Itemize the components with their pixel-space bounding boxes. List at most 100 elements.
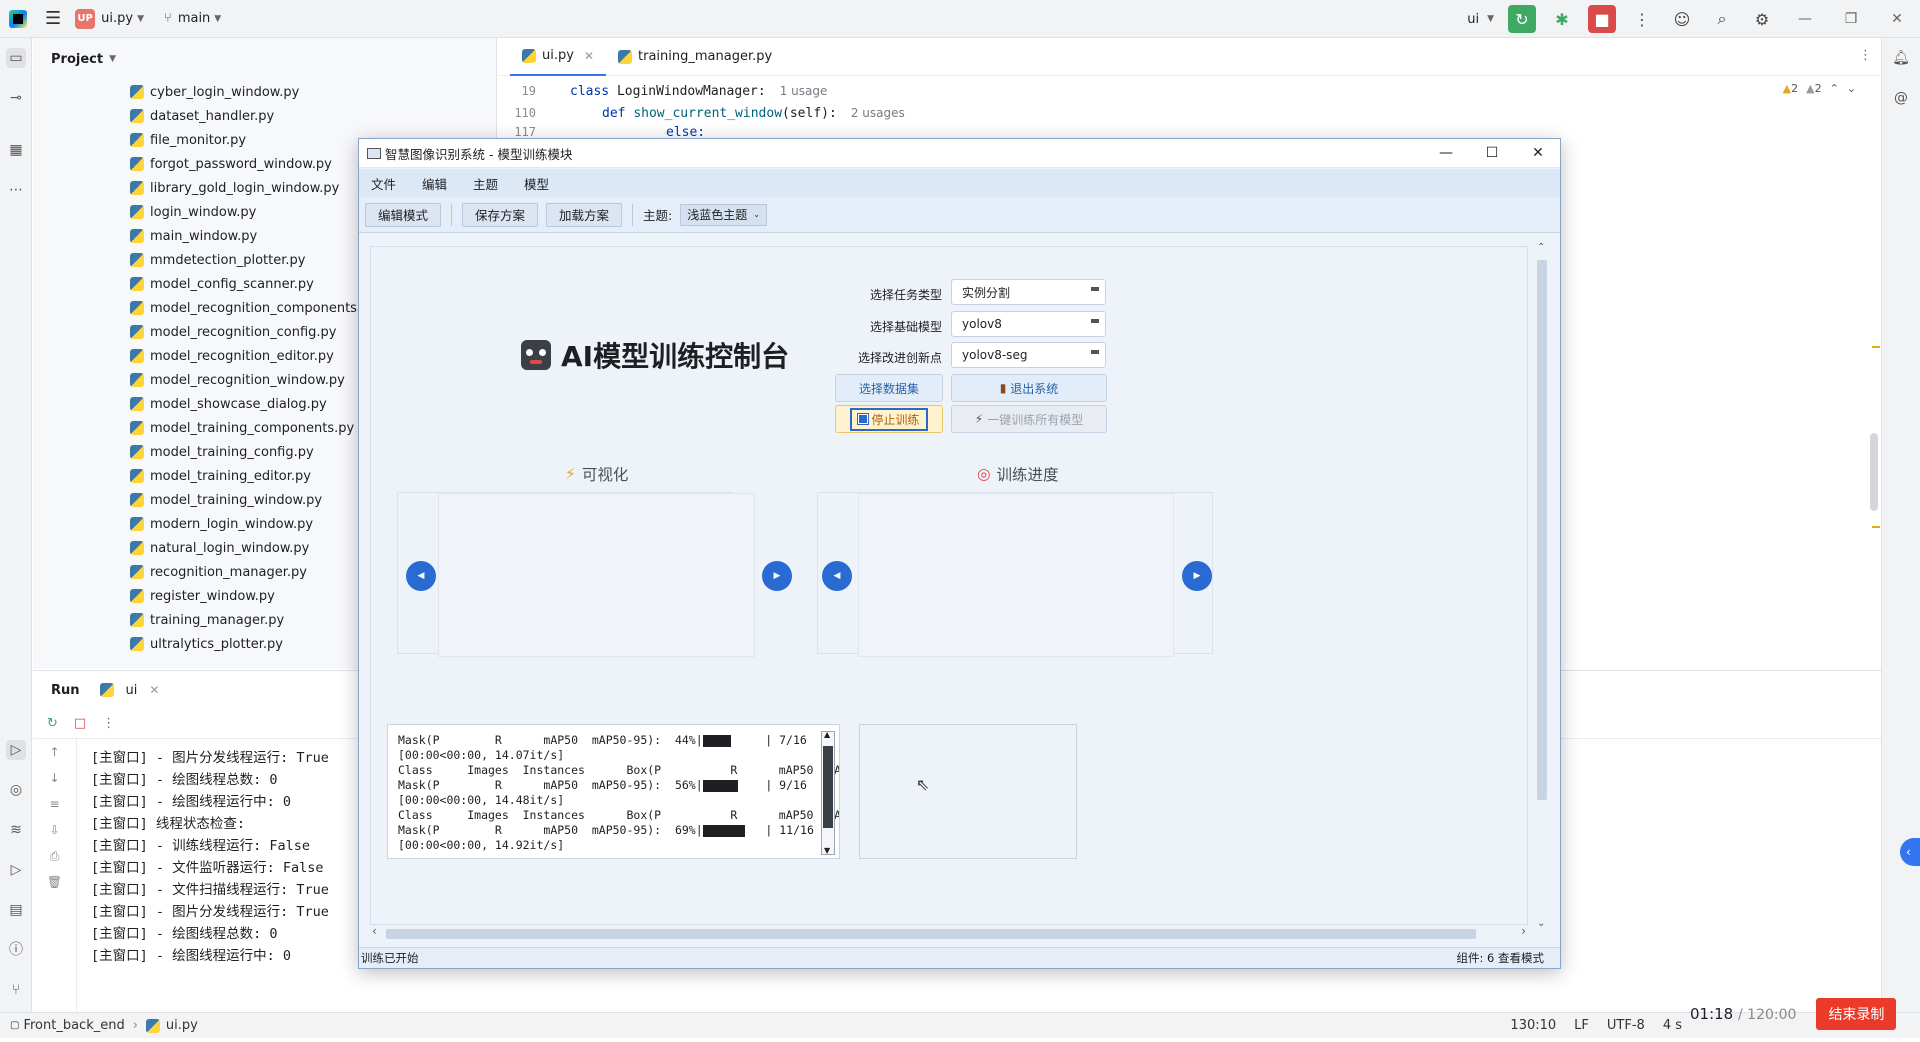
scroll-to-end-icon[interactable]: ⇩: [33, 817, 76, 843]
app-minimize-button[interactable]: —: [1423, 139, 1469, 168]
restore-button[interactable]: ❐: [1828, 11, 1874, 27]
editor-scrollbar-thumb[interactable]: [1870, 433, 1878, 511]
base-model-select[interactable]: yolov8: [951, 311, 1106, 337]
search-icon[interactable]: ⌕: [1708, 5, 1736, 33]
arrow-up-icon[interactable]: ↑: [33, 739, 76, 765]
breadcrumb-file[interactable]: ui.py: [166, 1018, 198, 1033]
run-config-selector[interactable]: ui: [1467, 12, 1479, 27]
rerun-button[interactable]: ↻: [1508, 5, 1536, 33]
training-log[interactable]: Mask(P R mAP50 mAP50-95): 44%| | 7/16 [00…: [387, 724, 840, 859]
theme-select[interactable]: 浅蓝色主题 ⌄: [680, 203, 767, 226]
chevron-down-icon[interactable]: ▼: [137, 14, 144, 24]
stop-button[interactable]: ■: [1588, 5, 1616, 33]
tab-ui-py[interactable]: ui.py ✕: [510, 38, 606, 76]
app-maximize-button[interactable]: ☐: [1469, 139, 1515, 168]
ai-assistant-icon[interactable]: @: [1891, 88, 1911, 108]
chevron-down-icon[interactable]: ⌄: [1847, 82, 1856, 95]
breadcrumb-module[interactable]: Front_back_end: [23, 1018, 124, 1033]
chevron-up-icon[interactable]: ⌃: [1830, 82, 1839, 95]
commit-icon[interactable]: ⊸: [6, 88, 26, 108]
branch-name[interactable]: main: [178, 11, 210, 26]
chevron-right-icon[interactable]: ›: [1521, 924, 1526, 938]
select-dataset-button[interactable]: 选择数据集: [835, 374, 943, 402]
rerun-icon[interactable]: ↻: [47, 716, 58, 731]
file-tree-item[interactable]: cyber_login_window.py: [33, 80, 496, 104]
project-panel-header[interactable]: Project ▼: [33, 38, 496, 80]
code-line[interactable]: 19 class LoginWindowManager: 1 usage: [498, 80, 828, 102]
close-icon[interactable]: ✕: [149, 683, 159, 697]
prev-chart-button[interactable]: ◀: [822, 561, 852, 591]
stop-recording-button[interactable]: 结束录制: [1816, 998, 1897, 1030]
run-tool-icon[interactable]: ▷: [6, 740, 26, 760]
save-plan-button[interactable]: 保存方案: [462, 202, 539, 227]
menu-theme[interactable]: 主题: [473, 174, 498, 193]
settings-gear-icon[interactable]: ⚙: [1748, 5, 1776, 33]
next-chart-button[interactable]: ▶: [1182, 561, 1212, 591]
python-console-icon[interactable]: ◎: [6, 780, 26, 800]
chevron-down-icon[interactable]: ▼: [1487, 14, 1494, 24]
edit-mode-button[interactable]: 编辑模式: [365, 202, 442, 227]
close-button[interactable]: ✕: [1874, 11, 1920, 27]
menu-file[interactable]: 文件: [371, 174, 396, 193]
services-icon[interactable]: ▷: [6, 860, 26, 880]
usage-hint[interactable]: 2 usages: [851, 106, 905, 120]
git-icon[interactable]: ⑂: [6, 980, 26, 1000]
log-scrollbar-thumb[interactable]: [823, 746, 833, 828]
problems-icon[interactable]: ⓘ: [6, 940, 26, 960]
run-tab[interactable]: ui ✕: [99, 683, 159, 698]
code-line[interactable]: 110 def show_current_window (self): 2 us…: [498, 102, 905, 124]
exit-system-button[interactable]: ▮ 退出系统: [951, 374, 1107, 402]
line-separator[interactable]: LF: [1574, 1018, 1589, 1033]
indent-setting[interactable]: 4 s: [1663, 1018, 1682, 1033]
usage-hint[interactable]: 1 usage: [780, 84, 828, 98]
minimize-button[interactable]: —: [1782, 11, 1828, 27]
more-icon[interactable]: ⋮: [1628, 5, 1656, 33]
chevron-down-icon[interactable]: ⌄: [1537, 918, 1545, 929]
app-vertical-scrollbar[interactable]: ⌃ ⌄: [1534, 242, 1550, 929]
app-vertical-scrollbar-thumb[interactable]: [1537, 260, 1547, 800]
next-image-button[interactable]: ▶: [762, 561, 792, 591]
menu-edit[interactable]: 编辑: [422, 174, 447, 193]
main-menu-icon[interactable]: ☰: [45, 8, 61, 29]
menu-model[interactable]: 模型: [524, 174, 549, 193]
task-type-select[interactable]: 实例分割: [951, 279, 1106, 305]
app-close-button[interactable]: ✕: [1515, 139, 1561, 168]
inspection-widget[interactable]: ▲2 ▲2 ⌃ ⌄: [1783, 82, 1856, 95]
chevron-down-icon[interactable]: ▼: [214, 14, 221, 24]
folder-icon[interactable]: ▭: [6, 48, 26, 68]
arrow-down-icon[interactable]: ↓: [33, 765, 76, 791]
project-badge[interactable]: UP: [75, 8, 96, 29]
arrow-down-icon[interactable]: ▼: [824, 846, 830, 855]
app-horizontal-scrollbar[interactable]: ‹ ›: [370, 924, 1528, 941]
more-icon[interactable]: ⋮: [1859, 48, 1872, 63]
more-tools-icon[interactable]: ⋯: [6, 180, 26, 200]
chevron-down-icon[interactable]: ▼: [109, 54, 116, 64]
chevron-left-icon[interactable]: ‹: [1900, 838, 1920, 866]
print-icon[interactable]: ⎙: [33, 843, 76, 869]
terminal-icon[interactable]: ▤: [6, 900, 26, 920]
chevron-left-icon[interactable]: ‹: [372, 924, 377, 938]
train-all-button[interactable]: ⚡︎ 一键训练所有模型: [951, 405, 1107, 433]
stop-icon[interactable]: □: [74, 716, 86, 731]
log-scrollbar[interactable]: ▲ ▼: [821, 730, 835, 855]
structure-icon[interactable]: ▦: [6, 140, 26, 160]
file-encoding[interactable]: UTF-8: [1607, 1018, 1645, 1033]
layers-icon[interactable]: ≋: [6, 820, 26, 840]
project-name[interactable]: ui.py: [101, 11, 133, 26]
arrow-up-icon[interactable]: ▲: [824, 730, 830, 739]
debug-icon[interactable]: ✱: [1548, 5, 1576, 33]
load-plan-button[interactable]: 加载方案: [546, 202, 623, 227]
notifications-icon[interactable]: 🔔︎: [1891, 48, 1911, 68]
more-icon[interactable]: ⋮: [102, 716, 115, 731]
tab-training-manager[interactable]: training_manager.py: [606, 38, 784, 76]
file-tree-item[interactable]: dataset_handler.py: [33, 104, 496, 128]
add-user-icon[interactable]: ☺: [1668, 5, 1696, 33]
improvement-select[interactable]: yolov8-seg: [951, 342, 1106, 368]
trash-icon[interactable]: 🗑︎: [33, 869, 76, 895]
chevron-up-icon[interactable]: ⌃: [1537, 242, 1545, 253]
prev-image-button[interactable]: ◀: [406, 561, 436, 591]
soft-wrap-icon[interactable]: ≡: [33, 791, 76, 817]
caret-position[interactable]: 130:10: [1510, 1018, 1556, 1033]
stop-training-button[interactable]: 停止训练: [835, 405, 943, 433]
close-icon[interactable]: ✕: [584, 49, 594, 63]
